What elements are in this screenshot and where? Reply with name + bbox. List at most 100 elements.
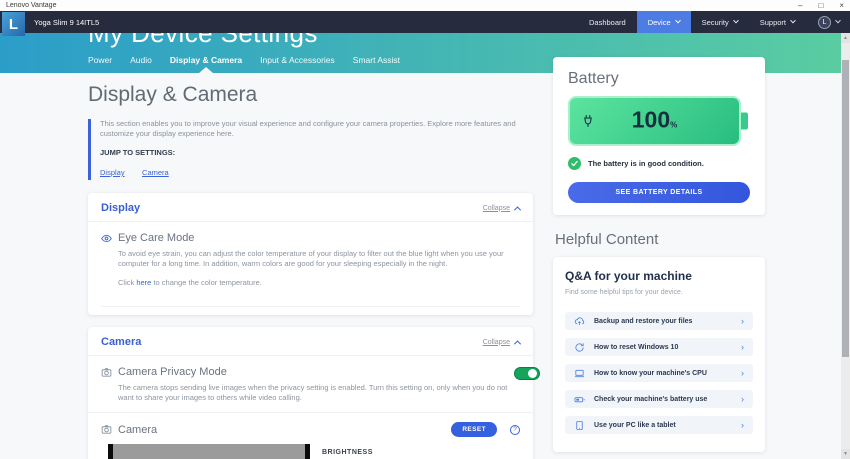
camera-privacy-section: Camera Privacy Mode The camera stops sen… xyxy=(88,356,533,412)
nav-item-device[interactable]: Device xyxy=(637,11,691,33)
camera-tool-title: Camera xyxy=(118,424,445,436)
here-link[interactable]: here xyxy=(136,278,151,287)
sidebar: Battery 100% The battery is in good cond… xyxy=(553,57,765,452)
camera-adjust-section: BRIGHTNESS ↔ CONTRAST ↔ xyxy=(88,444,533,459)
display-card-body: Eye Care Mode To avoid eye strain, you c… xyxy=(88,222,533,296)
tablet-icon xyxy=(574,420,585,431)
camera-icon xyxy=(101,424,112,435)
camera-privacy-description: The camera stops sending live images whe… xyxy=(118,383,514,403)
display-card-header: Display Collapse xyxy=(88,193,533,221)
chevron-up-icon xyxy=(514,206,521,213)
scrollbar-up-arrow[interactable]: ▲ xyxy=(841,33,850,43)
tab-audio[interactable]: Audio xyxy=(130,55,152,65)
qa-item-battery-use[interactable]: Check your machine's battery use › xyxy=(565,390,753,408)
chevron-down-icon xyxy=(675,18,681,24)
eye-care-row: Eye Care Mode xyxy=(101,232,520,244)
device-name: Yoga Slim 9 14ITL5 xyxy=(34,18,99,27)
tab-smart-assist[interactable]: Smart Assist xyxy=(353,55,400,65)
chevron-right-icon: › xyxy=(741,421,744,430)
tab-display-camera[interactable]: Display & Camera xyxy=(170,55,242,65)
tab-power[interactable]: Power xyxy=(88,55,112,65)
camera-privacy-row: Camera Privacy Mode xyxy=(101,366,514,378)
nav-menu: Dashboard Device Security Support L xyxy=(578,11,850,33)
scrollbar-down-arrow[interactable]: ▼ xyxy=(841,449,850,459)
window-controls: – □ × xyxy=(798,2,844,10)
camera-sliders: BRIGHTNESS ↔ CONTRAST ↔ xyxy=(322,444,520,459)
window-titlebar: Lenovo Vantage – □ × xyxy=(0,0,850,11)
camera-card-header: Camera Collapse xyxy=(88,327,533,355)
nav-item-dashboard[interactable]: Dashboard xyxy=(578,11,637,33)
close-button[interactable]: × xyxy=(839,2,844,10)
chevron-down-icon xyxy=(790,18,796,24)
settings-tabs: Power Audio Display & Camera Input & Acc… xyxy=(88,55,400,65)
nav-item-security[interactable]: Security xyxy=(691,11,749,33)
page-title: My Device Settings xyxy=(88,33,318,46)
see-battery-details-button[interactable]: SEE BATTERY DETAILS xyxy=(568,182,750,203)
chevron-right-icon: › xyxy=(741,369,744,378)
jump-link-camera[interactable]: Camera xyxy=(142,168,169,177)
chevron-right-icon: › xyxy=(741,343,744,352)
camera-privacy-title: Camera Privacy Mode xyxy=(118,366,227,378)
camera-card-title: Camera xyxy=(101,336,141,348)
brightness-label: BRIGHTNESS xyxy=(322,449,520,456)
qa-card-subtitle: Find some helpful tips for your device. xyxy=(565,289,753,296)
display-card-title: Display xyxy=(101,202,140,214)
battery-card-title: Battery xyxy=(568,70,750,88)
top-navbar: L Yoga Slim 9 14ITL5 Dashboard Device Se… xyxy=(0,11,850,33)
battery-status-text: The battery is in good condition. xyxy=(588,159,704,168)
window-title: Lenovo Vantage xyxy=(6,2,56,9)
nav-item-support[interactable]: Support xyxy=(749,11,806,33)
help-icon[interactable]: ? xyxy=(510,425,520,435)
battery-gauge: 100% xyxy=(568,96,741,146)
battery-percent: 100% xyxy=(570,106,739,133)
jump-links: Display Camera xyxy=(100,162,533,180)
qa-item-pc-tablet[interactable]: Use your PC like a tablet › xyxy=(565,416,753,434)
cloud-backup-icon xyxy=(574,316,585,327)
refresh-icon xyxy=(574,342,585,353)
qa-card-title: Q&A for your machine xyxy=(565,269,753,283)
qa-card: Q&A for your machine Find some helpful t… xyxy=(553,257,765,452)
main-content: Display & Camera This section enables yo… xyxy=(88,73,533,459)
qa-item-backup[interactable]: Backup and restore your files › xyxy=(565,312,753,330)
camera-tool-header: Camera RESET ? xyxy=(88,413,533,444)
chevron-right-icon: › xyxy=(741,395,744,404)
scrollbar-thumb[interactable] xyxy=(842,60,849,357)
jump-link-display[interactable]: Display xyxy=(100,168,125,177)
user-avatar[interactable]: L xyxy=(818,16,831,29)
battery-icon xyxy=(574,394,585,405)
camera-preview xyxy=(108,444,310,459)
helpful-content-title: Helpful Content xyxy=(555,231,765,248)
qa-item-reset-windows[interactable]: How to reset Windows 10 › xyxy=(565,338,753,356)
chevron-down-icon xyxy=(733,18,739,24)
intro-block: This section enables you to improve your… xyxy=(88,119,533,180)
brightness-control: BRIGHTNESS ↔ xyxy=(322,449,520,459)
minimize-button[interactable]: – xyxy=(798,2,802,10)
camera-privacy-toggle[interactable] xyxy=(514,367,540,380)
maximize-button[interactable]: □ xyxy=(818,2,823,10)
eye-care-title: Eye Care Mode xyxy=(118,232,194,244)
camera-collapse-button[interactable]: Collapse xyxy=(483,339,520,346)
toggle-knob xyxy=(528,369,537,378)
chevron-down-icon[interactable] xyxy=(835,18,841,24)
tab-input-accessories[interactable]: Input & Accessories xyxy=(260,55,335,65)
reset-button[interactable]: RESET xyxy=(451,422,497,437)
camera-card: Camera Collapse Camera Privacy Mode The … xyxy=(88,327,533,459)
intro-text: This section enables you to improve your… xyxy=(100,119,532,139)
color-temperature-line: Click here to change the color temperatu… xyxy=(118,278,520,287)
chevron-up-icon xyxy=(514,340,521,347)
camera-icon xyxy=(101,367,112,378)
laptop-icon xyxy=(574,368,585,379)
jump-to-settings-label: JUMP TO SETTINGS: xyxy=(100,148,533,157)
battery-card: Battery 100% The battery is in good cond… xyxy=(553,57,765,215)
qa-item-machine-cpu[interactable]: How to know your machine's CPU › xyxy=(565,364,753,382)
check-circle-icon xyxy=(568,157,581,170)
chevron-right-icon: › xyxy=(741,317,744,326)
section-heading: Display & Camera xyxy=(88,83,533,107)
eye-care-description: To avoid eye strain, you can adjust the … xyxy=(118,249,514,269)
display-collapse-button[interactable]: Collapse xyxy=(483,205,520,212)
battery-status-row: The battery is in good condition. xyxy=(568,157,750,170)
display-card: Display Collapse Eye Care Mode To avoid … xyxy=(88,193,533,315)
battery-nub xyxy=(741,113,748,130)
vertical-scrollbar[interactable]: ▲ ▼ xyxy=(841,33,850,459)
lenovo-logo: L xyxy=(2,12,25,36)
